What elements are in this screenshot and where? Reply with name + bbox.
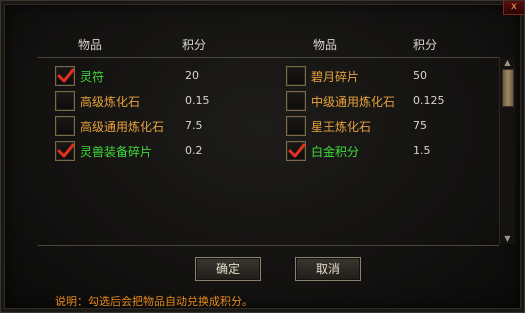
item-score: 0.2 [185,144,203,157]
item-row[interactable]: 高级通用炼化石 7.5 [55,116,255,140]
item-name: 碧月碎片 [311,70,360,84]
header-score-right: 积分 [413,38,438,52]
close-icon: x [511,1,517,12]
item-score: 0.125 [413,94,445,107]
checkbox[interactable] [286,91,306,111]
instruction-note: 说明：勾选后会把物品自动兑换成积分。 [55,295,253,308]
item-row[interactable]: 碧月碎片 50 [286,66,486,90]
item-name: 中级通用炼化石 [311,95,396,109]
item-score: 0.15 [185,94,210,107]
item-name: 高级通用炼化石 [80,120,165,134]
checkbox[interactable] [55,91,75,111]
item-name: 白金积分 [311,145,360,159]
item-score: 75 [413,119,427,132]
item-row[interactable]: 中级通用炼化石 0.125 [286,91,486,115]
checkmark-icon [57,68,75,83]
scroll-thumb[interactable] [502,69,514,107]
header-score-left: 积分 [182,38,207,52]
item-score: 1.5 [413,144,431,157]
header-item-right: 物品 [313,38,338,52]
item-name: 星王炼化石 [311,120,372,134]
item-row[interactable]: 白金积分 1.5 [286,141,486,165]
header-item-left: 物品 [78,38,103,52]
checkbox[interactable] [55,116,75,136]
item-score: 7.5 [185,119,203,132]
checkbox[interactable] [55,66,75,86]
item-name: 高级炼化石 [80,95,141,109]
exchange-dialog: x 物品 积分 物品 积分 灵符 20 高级炼化石 0.15 高级通用炼化石 7… [0,0,525,313]
checkbox[interactable] [286,66,306,86]
checkbox[interactable] [55,141,75,161]
item-score: 50 [413,69,427,82]
scroll-up-arrow-icon[interactable]: ▲ [502,58,513,67]
item-row[interactable]: 灵符 20 [55,66,255,90]
checkbox[interactable] [286,116,306,136]
checkmark-icon [288,143,306,158]
scroll-down-arrow-icon[interactable]: ▼ [502,234,513,243]
checkbox[interactable] [286,141,306,161]
close-button[interactable]: x [503,1,524,15]
scrollbar[interactable]: ▲ ▼ [499,57,515,244]
checkmark-icon [57,143,75,158]
cancel-button[interactable]: 取消 [295,257,361,281]
item-score: 20 [185,69,199,82]
item-row[interactable]: 星王炼化石 75 [286,116,486,140]
item-row[interactable]: 高级炼化石 0.15 [55,91,255,115]
confirm-button[interactable]: 确定 [195,257,261,281]
item-name: 灵符 [80,70,105,84]
item-row[interactable]: 灵兽装备碎片 0.2 [55,141,255,165]
item-name: 灵兽装备碎片 [80,145,153,159]
